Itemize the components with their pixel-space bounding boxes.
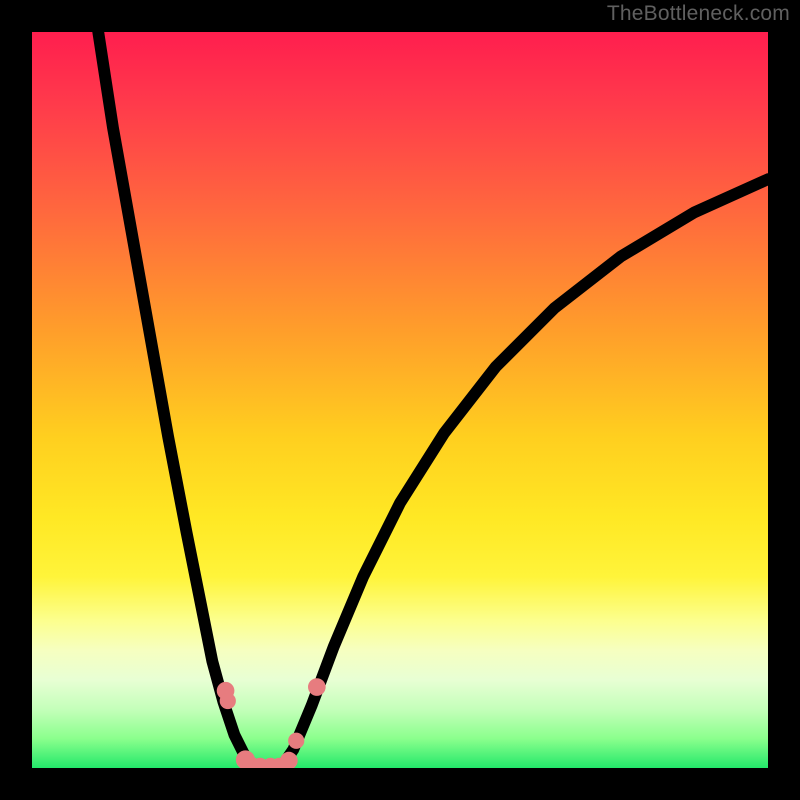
watermark-text: TheBottleneck.com <box>607 2 790 26</box>
marker-dot <box>308 678 326 696</box>
curve-right-branch <box>282 179 768 766</box>
plot-area <box>32 32 768 768</box>
chart-frame: TheBottleneck.com <box>0 0 800 800</box>
chart-svg <box>32 32 768 768</box>
marker-dot <box>220 693 236 709</box>
marker-dot <box>288 733 304 749</box>
curve-left-branch <box>98 32 253 766</box>
